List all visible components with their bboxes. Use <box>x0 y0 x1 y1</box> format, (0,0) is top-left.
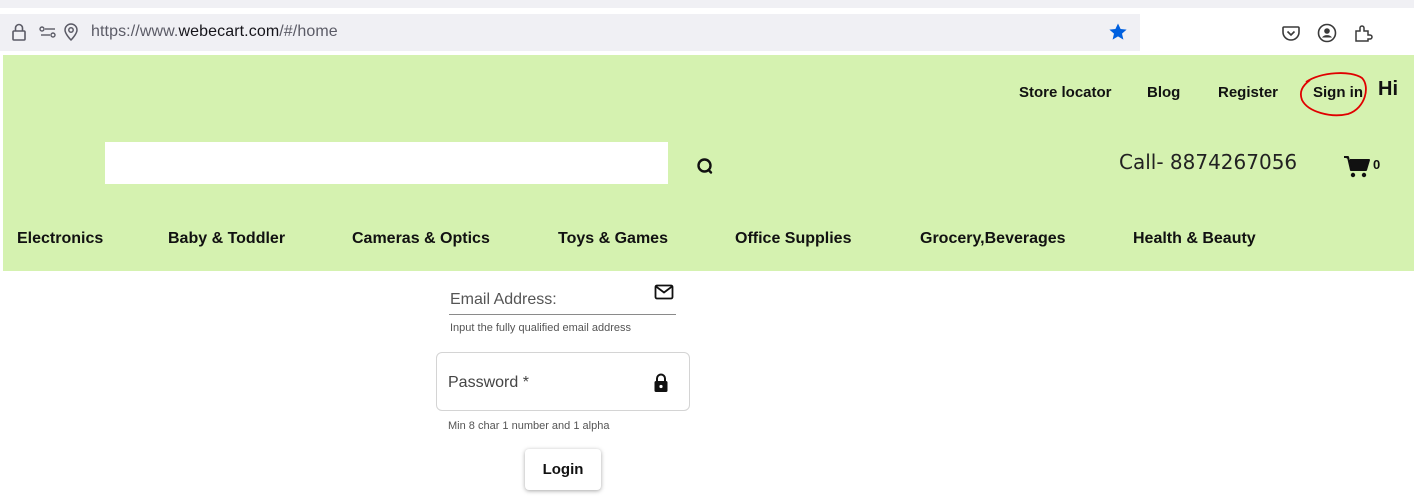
account-icon[interactable] <box>1316 22 1338 44</box>
email-underline <box>449 314 676 315</box>
bookmark-star-icon[interactable] <box>1108 22 1128 42</box>
nav-office-supplies[interactable]: Office Supplies <box>735 230 851 248</box>
store-locator-link[interactable]: Store locator <box>1019 84 1112 101</box>
call-number: Call- 8874267056 <box>1119 150 1298 174</box>
lock-icon <box>654 373 668 392</box>
red-circle-annotation <box>1299 72 1367 117</box>
register-link[interactable]: Register <box>1218 84 1278 101</box>
nav-electronics[interactable]: Electronics <box>17 230 103 248</box>
blog-link[interactable]: Blog <box>1147 84 1180 101</box>
email-field[interactable]: Email Address: <box>450 291 557 309</box>
nav-cameras-optics[interactable]: Cameras & Optics <box>352 230 490 248</box>
url-suffix: /#/home <box>279 23 338 40</box>
permissions-icon[interactable] <box>38 22 58 42</box>
url-domain: webecart.com <box>178 23 280 40</box>
tab-strip-edge <box>0 0 1414 8</box>
password-label: Password * <box>448 374 529 391</box>
cart-icon[interactable] <box>1343 155 1371 179</box>
lock-icon[interactable] <box>9 22 29 42</box>
nav-grocery-beverages[interactable]: Grocery,Beverages <box>920 230 1066 248</box>
url-text[interactable]: https://www.webecart.com/#/home <box>91 23 338 41</box>
pocket-icon[interactable] <box>1280 22 1302 44</box>
location-icon[interactable] <box>61 22 81 42</box>
extensions-icon[interactable] <box>1352 22 1374 44</box>
search-input[interactable] <box>105 142 668 184</box>
browser-toolbar: https://www.webecart.com/#/home <box>0 0 1414 55</box>
nav-health-beauty[interactable]: Health & Beauty <box>1133 230 1256 248</box>
email-hint: Input the fully qualified email address <box>450 322 631 334</box>
greeting-text: Hi <box>1378 78 1398 100</box>
mail-icon <box>654 284 674 300</box>
nav-toys-games[interactable]: Toys & Games <box>558 230 668 248</box>
url-prefix: https://www. <box>91 23 179 40</box>
search-icon[interactable] <box>696 157 714 175</box>
nav-baby-toddler[interactable]: Baby & Toddler <box>168 230 285 248</box>
cart-count: 0 <box>1373 157 1381 172</box>
password-hint: Min 8 char 1 number and 1 alpha <box>448 420 610 432</box>
login-button[interactable]: Login <box>525 449 601 490</box>
